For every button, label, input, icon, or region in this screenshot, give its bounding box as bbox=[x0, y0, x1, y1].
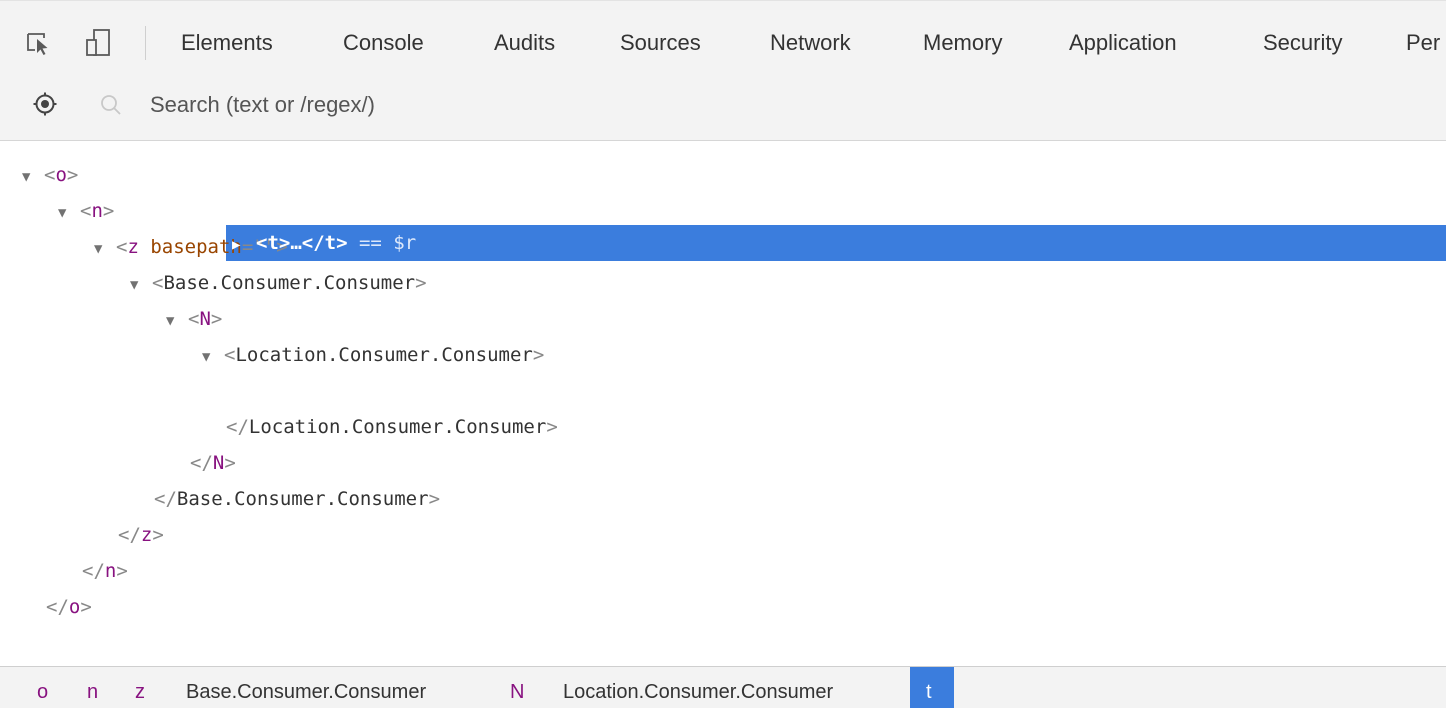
tree-node-location-consumer[interactable]: ▼ <Location.Consumer.Consumer> bbox=[202, 338, 544, 372]
search-input[interactable]: Search (text or /regex/) bbox=[150, 92, 375, 118]
breadcrumb-active-bg bbox=[910, 667, 954, 708]
tab-elements[interactable]: Elements bbox=[181, 30, 273, 56]
tree-close-z[interactable]: </z> bbox=[118, 518, 164, 552]
attribute-name[interactable]: basepath bbox=[150, 236, 242, 258]
dom-tree: ▼ <o> ▼ <n> ▼ <z basepath=""> ▼ <Base.Consum… bbox=[0, 150, 1446, 620]
breadcrumb-item-t[interactable]: t bbox=[926, 681, 932, 704]
device-toolbar-icon[interactable] bbox=[84, 26, 110, 58]
console-reference: == $r bbox=[347, 232, 417, 254]
breadcrumb-item-o[interactable]: o bbox=[37, 681, 48, 704]
tree-close-location-consumer[interactable]: </Location.Consumer.Consumer> bbox=[226, 410, 558, 444]
tree-node-o[interactable]: ▼ <o> bbox=[22, 158, 78, 192]
expand-triangle-icon[interactable]: ▼ bbox=[202, 340, 224, 374]
tree-close-n[interactable]: </n> bbox=[82, 554, 128, 588]
expand-triangle-icon[interactable]: ▼ bbox=[166, 304, 188, 338]
tree-close-base-consumer[interactable]: </Base.Consumer.Consumer> bbox=[154, 482, 440, 516]
tree-close-o[interactable]: </o> bbox=[46, 590, 92, 624]
tab-sources[interactable]: Sources bbox=[620, 30, 701, 56]
tree-node-N[interactable]: ▼ <N> bbox=[166, 302, 222, 336]
toolbar-top-border bbox=[0, 0, 1446, 1]
tab-console[interactable]: Console bbox=[343, 30, 424, 56]
collapsed-triangle-icon[interactable]: ▶ bbox=[232, 228, 256, 262]
tab-memory[interactable]: Memory bbox=[923, 30, 1002, 56]
toolbar-divider bbox=[145, 26, 146, 60]
expand-triangle-icon[interactable]: ▼ bbox=[22, 160, 44, 194]
breadcrumb: o n z Base.Consumer.Consumer N Location.… bbox=[0, 666, 1446, 708]
tree-node-t-selected[interactable]: ▶ <t>…</t> == $r bbox=[232, 226, 416, 260]
search-icon bbox=[100, 94, 122, 121]
breadcrumb-item-n[interactable]: n bbox=[87, 681, 98, 704]
breadcrumb-item-z[interactable]: z bbox=[135, 681, 145, 704]
breadcrumb-item-location-consumer[interactable]: Location.Consumer.Consumer bbox=[563, 681, 833, 704]
tab-security[interactable]: Security bbox=[1263, 30, 1342, 56]
tab-application[interactable]: Application bbox=[1069, 30, 1177, 56]
expand-triangle-icon[interactable]: ▼ bbox=[58, 196, 80, 230]
inspect-element-icon[interactable] bbox=[26, 26, 52, 58]
tab-performance[interactable]: Per bbox=[1406, 30, 1440, 56]
expand-triangle-icon[interactable]: ▼ bbox=[94, 232, 116, 266]
tree-node-base-consumer[interactable]: ▼ <Base.Consumer.Consumer> bbox=[130, 266, 427, 300]
breadcrumb-item-base-consumer[interactable]: Base.Consumer.Consumer bbox=[186, 681, 426, 704]
tab-audits[interactable]: Audits bbox=[494, 30, 555, 56]
locate-node-icon[interactable] bbox=[33, 92, 57, 121]
breadcrumb-item-N[interactable]: N bbox=[510, 681, 524, 704]
tree-node-n[interactable]: ▼ <n> bbox=[58, 194, 114, 228]
expand-triangle-icon[interactable]: ▼ bbox=[130, 268, 152, 302]
tab-network[interactable]: Network bbox=[770, 30, 851, 56]
tree-close-N[interactable]: </N> bbox=[190, 446, 236, 480]
